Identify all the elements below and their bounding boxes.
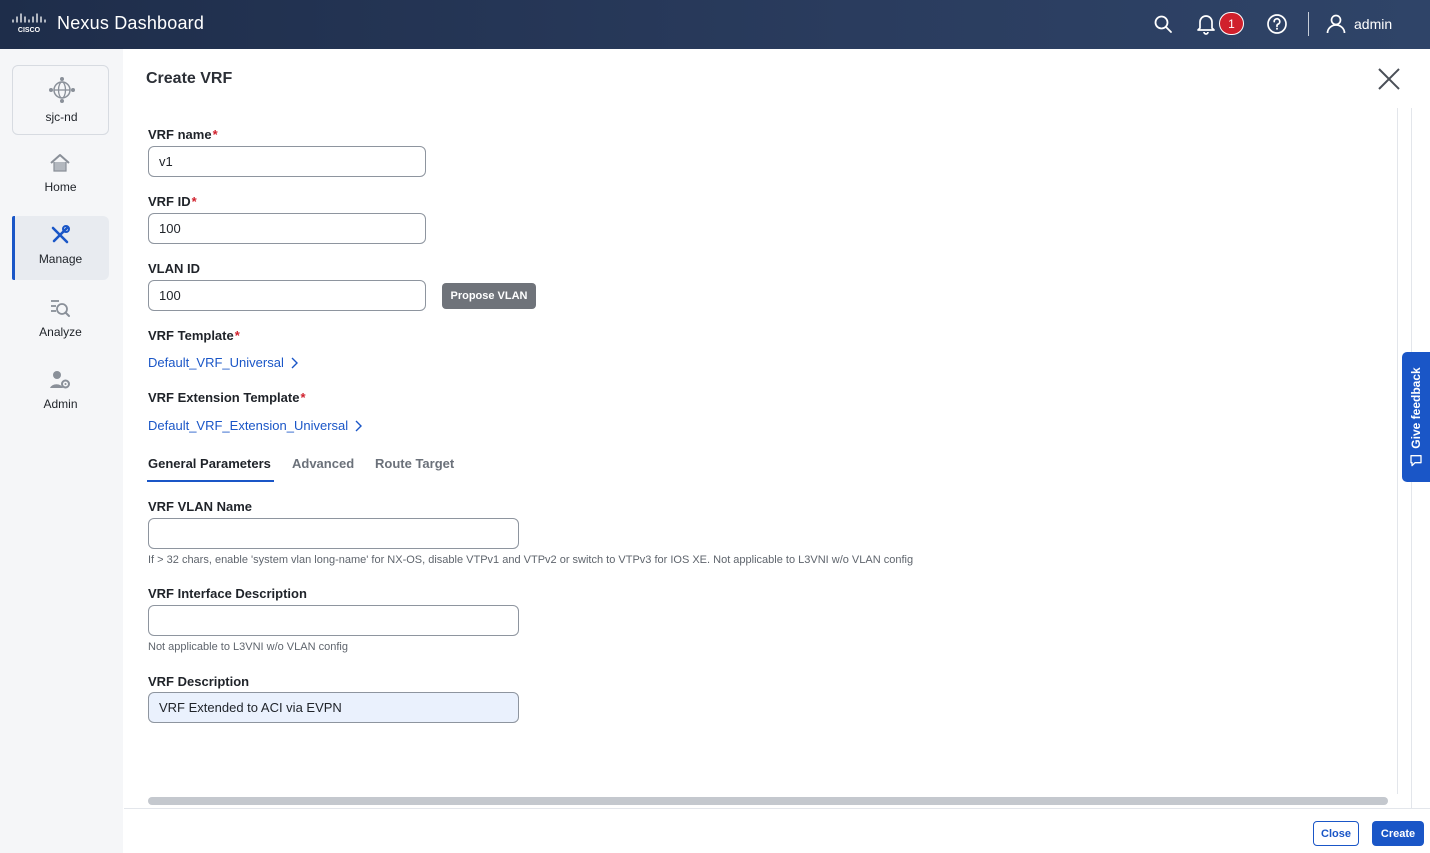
sidebar-item-label: Home xyxy=(44,180,77,194)
page-title: Create VRF xyxy=(146,70,233,87)
vrf-id-input[interactable] xyxy=(148,213,426,244)
bell-icon[interactable] xyxy=(1194,12,1218,36)
vrf-template-value: Default_VRF_Universal xyxy=(148,355,284,370)
vrf-template-link[interactable]: Default_VRF_Universal xyxy=(148,355,298,370)
tools-icon xyxy=(51,225,70,244)
feedback-icon xyxy=(1410,455,1422,467)
active-tab-indicator xyxy=(147,480,274,482)
user-icon[interactable] xyxy=(1324,12,1348,36)
chevron-right-icon xyxy=(355,420,363,431)
propose-vlan-button[interactable]: Propose VLAN xyxy=(442,283,536,309)
admin-icon xyxy=(50,371,70,389)
tab-general-parameters[interactable]: General Parameters xyxy=(148,456,271,471)
vrf-interface-description-label: VRF Interface Description xyxy=(148,586,307,601)
chevron-right-icon xyxy=(291,357,298,368)
vrf-description-label: VRF Description xyxy=(148,674,250,689)
required-marker: * xyxy=(234,328,240,343)
horizontal-scrollbar[interactable] xyxy=(148,797,1388,805)
vrf-vlan-name-label: VRF VLAN Name xyxy=(148,499,253,514)
vlan-id-label: VLAN ID xyxy=(148,261,200,276)
vrf-ext-template-value: Default_VRF_Extension_Universal xyxy=(148,418,349,433)
vrf-vlan-name-help: If > 32 chars, enable 'system vlan long-… xyxy=(148,554,914,566)
analyze-icon xyxy=(51,300,70,317)
svg-text:CISCO: CISCO xyxy=(18,27,41,34)
tab-route-target[interactable]: Route Target xyxy=(375,456,454,471)
sidebar-item-label: Admin xyxy=(43,397,78,411)
vrf-ext-template-label: VRF Extension Template* xyxy=(148,390,306,405)
globe-icon xyxy=(49,77,75,103)
vrf-name-input[interactable] xyxy=(148,146,426,177)
give-feedback-tab[interactable]: Give feedback xyxy=(1402,352,1430,482)
user-name[interactable]: admin xyxy=(1354,16,1392,32)
sidebar-item-analyze[interactable]: Analyze xyxy=(12,289,109,353)
home-icon xyxy=(50,154,70,172)
required-marker: * xyxy=(212,127,218,142)
vrf-interface-description-input[interactable] xyxy=(148,605,519,636)
tab-advanced[interactable]: Advanced xyxy=(292,456,354,471)
app-title: Nexus Dashboard xyxy=(57,13,205,33)
site-name: sjc-nd xyxy=(45,110,78,124)
sidebar-item-home[interactable]: Home xyxy=(12,144,109,208)
help-icon[interactable] xyxy=(1265,12,1289,36)
vrf-vlan-name-input[interactable] xyxy=(148,518,519,549)
sidebar-item-manage[interactable]: Manage xyxy=(12,216,109,280)
vrf-interface-description-help: Not applicable to L3VNI w/o VLAN config xyxy=(148,641,348,653)
sidebar-item-label: Analyze xyxy=(39,325,82,339)
vrf-id-label: VRF ID* xyxy=(148,194,197,209)
create-button[interactable]: Create xyxy=(1372,821,1424,846)
vrf-name-label: VRF name* xyxy=(148,127,218,142)
required-marker: * xyxy=(300,390,306,405)
vrf-ext-template-link[interactable]: Default_VRF_Extension_Universal xyxy=(148,418,363,433)
vrf-description-input[interactable] xyxy=(148,692,519,723)
vlan-id-input[interactable] xyxy=(148,280,426,311)
give-feedback-label: Give feedback xyxy=(1409,367,1423,449)
notification-badge[interactable]: 1 xyxy=(1219,12,1244,35)
search-icon[interactable] xyxy=(1151,12,1175,36)
dialog-footer xyxy=(124,808,1430,853)
sidebar-item-label: Manage xyxy=(38,252,83,266)
site-selector[interactable]: sjc-nd xyxy=(12,65,109,135)
cisco-logo[interactable]: CISCO xyxy=(11,12,47,34)
sidebar-item-admin[interactable]: Admin xyxy=(12,361,109,425)
close-icon[interactable] xyxy=(1376,66,1402,92)
sidebar: sjc-nd Home Manage Analyze Admin xyxy=(0,49,123,853)
header-divider xyxy=(1308,12,1309,36)
top-bar: CISCO Nexus Dashboard 1 admin xyxy=(0,0,1430,49)
required-marker: * xyxy=(191,194,197,209)
vrf-template-label: VRF Template* xyxy=(148,328,240,343)
close-button[interactable]: Close xyxy=(1313,821,1359,846)
